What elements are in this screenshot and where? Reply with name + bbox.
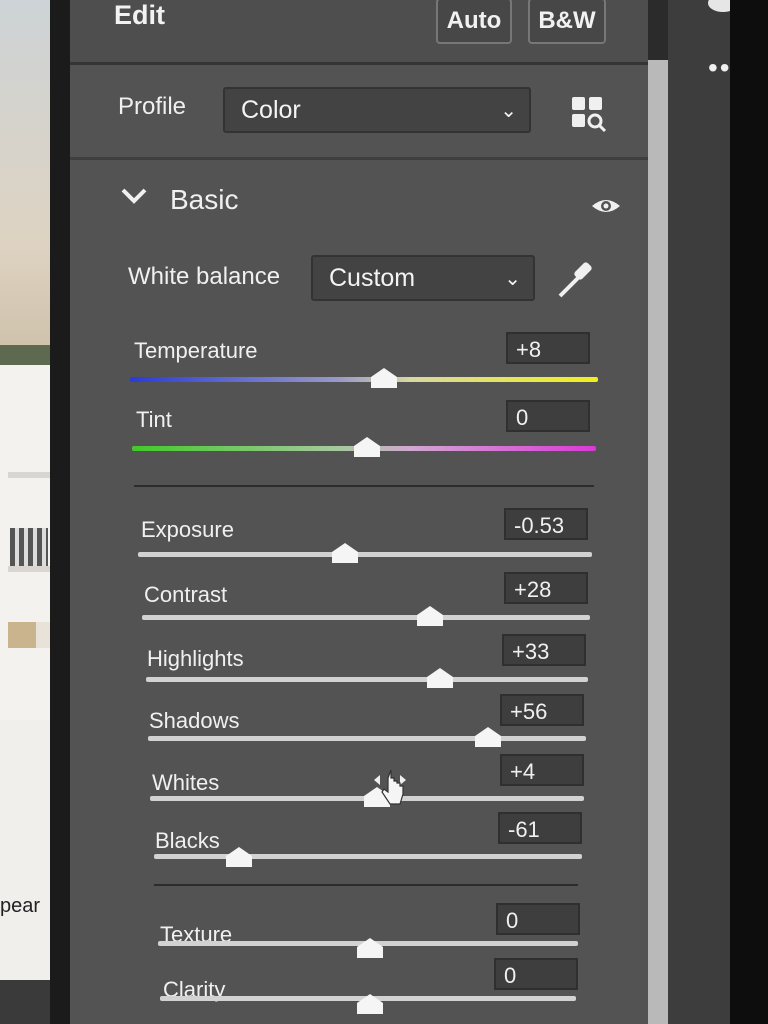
contrast-label: Contrast	[144, 582, 228, 607]
highlights-slider-track[interactable]	[146, 677, 588, 682]
blacks-row: Blacks -61	[70, 812, 648, 876]
profile-label: Profile	[118, 93, 187, 120]
eye-icon[interactable]	[590, 194, 622, 223]
photo-caption: pear	[0, 895, 41, 917]
contrast-row: Contrast +28	[70, 570, 648, 632]
shadows-label: Shadows	[149, 708, 240, 733]
tint-value[interactable]: 0	[506, 400, 590, 432]
profile-select[interactable]: Color ⌄	[223, 87, 531, 133]
whites-label: Whites	[152, 770, 220, 795]
right-toolbar: •••	[646, 0, 768, 1024]
clarity-value[interactable]: 0	[494, 958, 578, 990]
auto-button[interactable]: Auto	[436, 0, 512, 44]
eyedropper-icon[interactable]	[554, 258, 598, 307]
basic-title: Basic	[170, 184, 239, 215]
hand-cursor-icon	[372, 769, 412, 815]
bw-button[interactable]: B&W	[528, 0, 606, 44]
blacks-label: Blacks	[155, 828, 220, 853]
panel-scrollbar[interactable]	[646, 60, 668, 1024]
blacks-slider-track[interactable]	[154, 854, 582, 859]
shadows-slider-track[interactable]	[148, 736, 586, 741]
whites-value[interactable]: +4	[500, 754, 584, 786]
temperature-label: Temperature	[134, 338, 258, 363]
chevron-down-icon: ⌄	[500, 100, 517, 122]
exposure-label: Exposure	[141, 517, 234, 542]
exposure-value[interactable]: -0.53	[504, 508, 588, 540]
edit-header: Edit Auto B&W	[70, 0, 648, 65]
edit-panel: Edit Auto B&W Profile Color ⌄ Basic Whit…	[70, 0, 648, 1024]
exposure-row: Exposure -0.53	[70, 506, 648, 570]
clarity-row: Clarity 0	[70, 958, 648, 1024]
contrast-slider-track[interactable]	[142, 615, 590, 620]
temperature-row: Temperature +8	[70, 330, 648, 400]
profile-browser-icon[interactable]	[570, 95, 608, 138]
shadows-row: Shadows +56	[70, 694, 648, 754]
exposure-slider-track[interactable]	[138, 552, 592, 557]
highlights-value[interactable]: +33	[502, 634, 586, 666]
profile-value: Color	[241, 96, 301, 124]
profile-row: Profile Color ⌄	[70, 65, 648, 160]
basic-section-header[interactable]: Basic	[70, 160, 648, 220]
chevron-down-icon: ⌄	[504, 268, 521, 290]
white-balance-select[interactable]: Custom ⌄	[311, 255, 535, 301]
texture-value[interactable]: 0	[496, 903, 580, 935]
temperature-value[interactable]: +8	[506, 332, 590, 364]
tint-row: Tint 0	[70, 400, 648, 470]
tint-label: Tint	[136, 407, 172, 432]
white-balance-value: Custom	[329, 264, 416, 292]
screen-edge	[730, 0, 768, 1024]
white-balance-label: White balance	[128, 263, 281, 290]
photo-books	[10, 528, 48, 566]
section-divider	[154, 884, 578, 886]
whites-row: Whites +4	[70, 754, 648, 814]
shadows-value[interactable]: +56	[500, 694, 584, 726]
highlights-label: Highlights	[147, 646, 244, 671]
highlights-row: Highlights +33	[70, 632, 648, 694]
texture-row: Texture 0	[70, 903, 648, 963]
white-balance-row: White balance Custom ⌄	[70, 255, 648, 305]
temperature-slider-track[interactable]	[130, 377, 598, 382]
section-divider	[134, 485, 594, 487]
chevron-down-icon[interactable]	[120, 186, 148, 211]
blacks-value[interactable]: -61	[498, 812, 582, 844]
contrast-value[interactable]: +28	[504, 572, 588, 604]
edit-title: Edit	[114, 0, 165, 30]
